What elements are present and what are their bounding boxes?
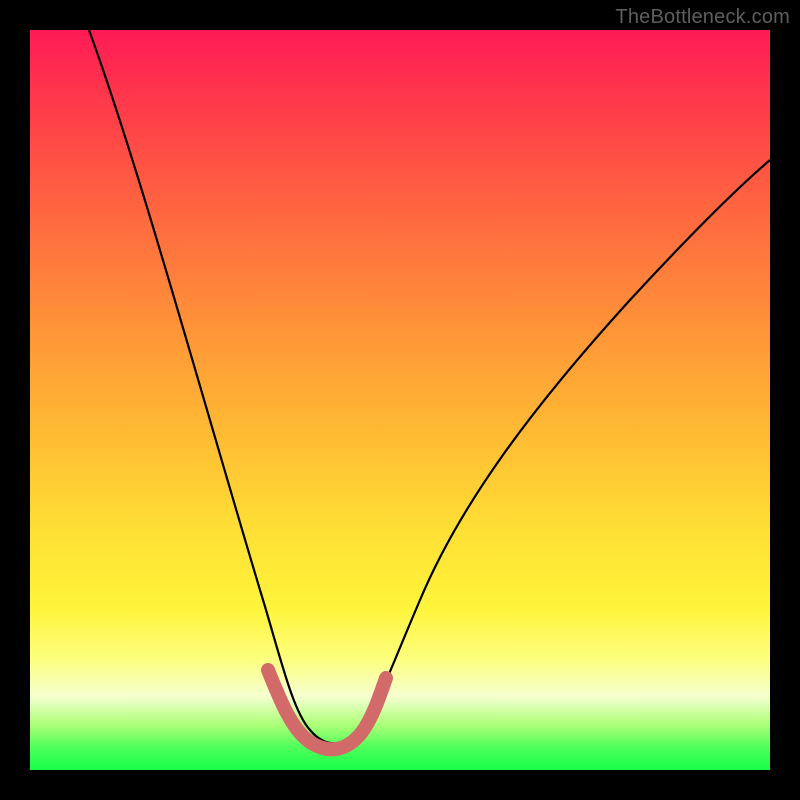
plot-area <box>30 30 770 770</box>
watermark-text: TheBottleneck.com <box>615 6 790 29</box>
valley-highlight <box>268 670 386 749</box>
curve-layer <box>30 30 770 770</box>
bottleneck-curve <box>89 30 770 744</box>
chart-frame: TheBottleneck.com <box>0 0 800 800</box>
